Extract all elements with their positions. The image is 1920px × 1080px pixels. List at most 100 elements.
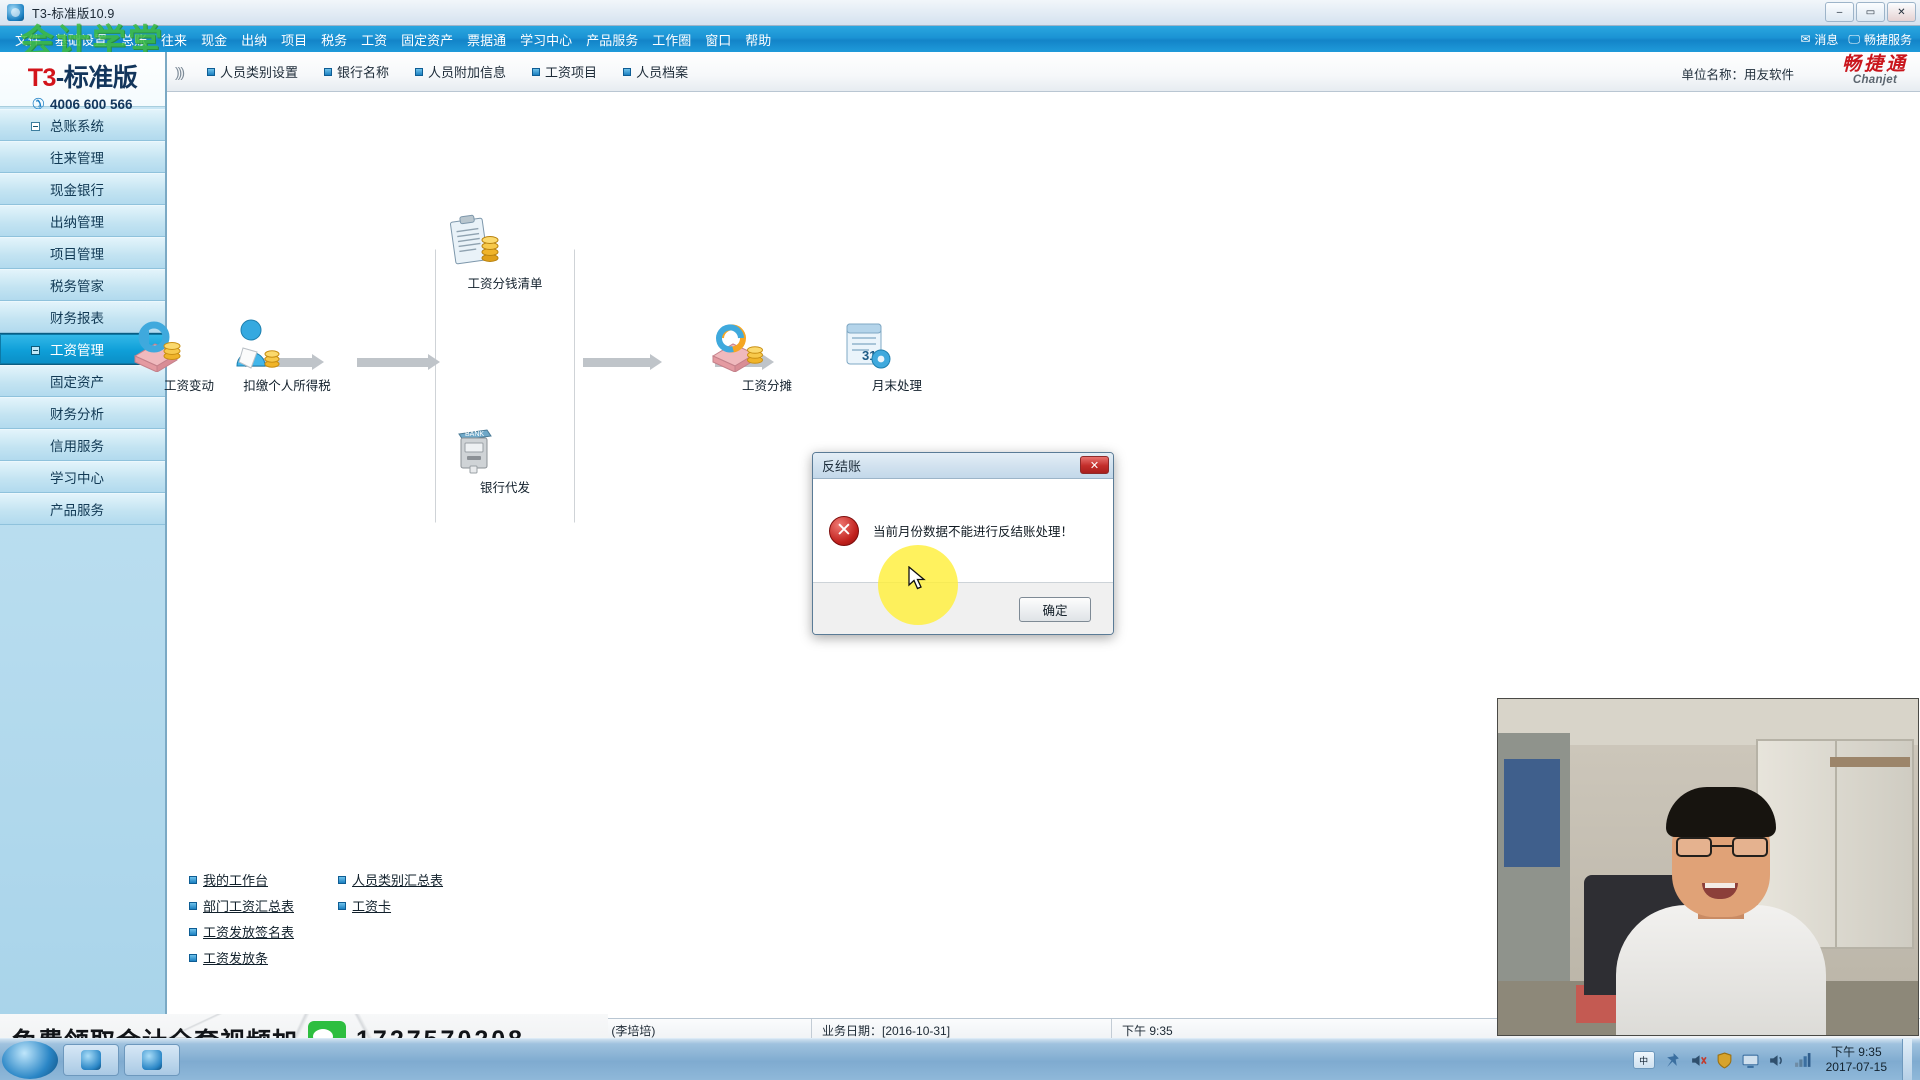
sidebar-item-project[interactable]: 项目管理 bbox=[0, 237, 165, 269]
sidebar-item-learning-center[interactable]: 学习中心 bbox=[0, 461, 165, 493]
brand-title-t3: T3 bbox=[27, 64, 57, 92]
menu-item-8[interactable]: 工资 bbox=[354, 28, 394, 51]
menu-item-5[interactable]: 出纳 bbox=[234, 28, 274, 51]
flow-node-label: 工资分摊 bbox=[741, 379, 792, 393]
quick-link-label: 我的工作台 bbox=[203, 873, 269, 888]
collapse-icon[interactable] bbox=[31, 346, 40, 355]
screen-icon[interactable] bbox=[1742, 1052, 1759, 1069]
taskbar-button-t3[interactable] bbox=[124, 1043, 180, 1076]
menu-item-12[interactable]: 产品服务 bbox=[579, 28, 645, 51]
sidebar-item-receivables[interactable]: 往来管理 bbox=[0, 141, 165, 173]
salary-alloc-icon bbox=[711, 324, 763, 372]
clipboard-money-icon bbox=[449, 214, 499, 265]
sidebar-item-general-ledger[interactable]: 总账系统 bbox=[0, 109, 165, 141]
taskbar-button-browser[interactable] bbox=[63, 1043, 119, 1076]
income-tax-icon bbox=[236, 319, 280, 369]
maximize-button[interactable]: ▭ bbox=[1856, 2, 1885, 22]
taskbar-clock[interactable]: 下午 9:35 2017-07-15 bbox=[1826, 1045, 1887, 1075]
menu-item-2[interactable]: 总账 bbox=[114, 28, 154, 51]
menu-item-1[interactable]: 基础设置 bbox=[48, 28, 114, 51]
sidebar-item-label: 出纳管理 bbox=[50, 215, 104, 230]
crumb-person-archive[interactable]: 人员档案 bbox=[623, 62, 688, 81]
company-name-label: 单位名称：用友软件 bbox=[1681, 68, 1794, 82]
network-icon[interactable] bbox=[1794, 1052, 1811, 1069]
dialog-ok-button[interactable]: 确定 bbox=[1019, 596, 1091, 622]
dialog-message: 当前月份数据不能进行反结账处理！ bbox=[873, 525, 1074, 539]
browser-icon bbox=[81, 1049, 101, 1070]
os-title-bar: T3-标准版10.9 – ▭ ✕ bbox=[0, 0, 1920, 26]
quick-link-person-category-summary[interactable]: 人员类别汇总表 bbox=[338, 870, 443, 889]
main-menu-bar: 文件 基础设置 总账 往来 现金 出纳 项目 税务 工资 固定资产 票据通 学习… bbox=[0, 26, 1920, 52]
sidebar-item-label: 财务报表 bbox=[50, 311, 104, 326]
dialog-close-button[interactable]: ✕ bbox=[1080, 456, 1109, 474]
menu-item-10[interactable]: 票据通 bbox=[460, 28, 513, 51]
sidebar-item-product-service[interactable]: 产品服务 bbox=[0, 493, 165, 525]
sidebar-item-credit-service[interactable]: 信用服务 bbox=[0, 429, 165, 461]
menu-item-11[interactable]: 学习中心 bbox=[513, 28, 579, 51]
menu-right-message-label: 消息 bbox=[1814, 32, 1839, 47]
menu-item-6[interactable]: 项目 bbox=[274, 28, 314, 51]
windows-start-icon[interactable] bbox=[2, 1040, 58, 1079]
minimize-button[interactable]: – bbox=[1825, 2, 1854, 22]
menu-right-message[interactable]: ✉ 消息 bbox=[1800, 31, 1838, 48]
show-desktop-button[interactable] bbox=[1902, 1039, 1912, 1080]
flow-node-month-end[interactable]: 31 月末处理 bbox=[837, 318, 957, 394]
crumb-person-extra-info[interactable]: 人员附加信息 bbox=[415, 62, 506, 81]
svg-text:BANK: BANK bbox=[465, 431, 484, 438]
crumb-label: 工资项目 bbox=[545, 65, 598, 80]
crumb-label: 人员类别设置 bbox=[220, 65, 299, 80]
crumb-person-category-setup[interactable]: 人员类别设置 bbox=[207, 62, 298, 81]
menu-item-0[interactable]: 文件 bbox=[8, 28, 48, 51]
quick-link-dept-salary-summary[interactable]: 部门工资汇总表 bbox=[189, 896, 294, 915]
quick-link-label: 工资卡 bbox=[352, 899, 392, 914]
quick-link-salary-signature-sheet[interactable]: 工资发放签名表 bbox=[189, 922, 294, 941]
crumb-salary-items[interactable]: 工资项目 bbox=[532, 62, 597, 81]
shield-icon[interactable] bbox=[1716, 1052, 1733, 1069]
sidebar-nav: 总账系统 往来管理 现金银行 出纳管理 项目管理 税务管家 财务报表 工资管理 … bbox=[0, 107, 165, 525]
sidebar-item-financial-analysis[interactable]: 财务分析 bbox=[0, 397, 165, 429]
webcam-person bbox=[1616, 787, 1826, 1035]
flow-node-bank-payout[interactable]: BANK 银行代发 bbox=[445, 422, 565, 496]
crumb-bank-name[interactable]: 银行名称 bbox=[324, 62, 389, 81]
quick-links-column-2: 人员类别汇总表 工资卡 bbox=[338, 870, 443, 967]
dialog-body: ✕ 当前月份数据不能进行反结账处理！ bbox=[813, 479, 1113, 583]
menu-item-13[interactable]: 工作圈 bbox=[645, 28, 698, 51]
collapse-icon[interactable] bbox=[31, 122, 40, 131]
menu-item-14[interactable]: 窗口 bbox=[698, 28, 738, 51]
sidebar-item-cashier[interactable]: 出纳管理 bbox=[0, 205, 165, 237]
sidebar-item-cash-bank[interactable]: 现金银行 bbox=[0, 173, 165, 205]
sidebar-item-tax[interactable]: 税务管家 bbox=[0, 269, 165, 301]
webcam-shelf bbox=[1830, 757, 1910, 767]
lang-ime-icon[interactable]: 中 bbox=[1632, 1051, 1655, 1069]
brand-block: T3-标准版 ✆ 4006 600 566 bbox=[0, 52, 165, 113]
wave-handle-icon[interactable]: ))) bbox=[175, 64, 185, 80]
bank-atm-icon: BANK bbox=[458, 429, 492, 474]
volume-icon[interactable] bbox=[1768, 1052, 1785, 1069]
webcam-person-shirt bbox=[1616, 905, 1826, 1035]
menu-item-7[interactable]: 税务 bbox=[314, 28, 354, 51]
webcam-overlay bbox=[1497, 698, 1919, 1036]
menu-right-service[interactable]: 🖵 畅捷服务 bbox=[1848, 31, 1912, 48]
quick-link-label: 部门工资汇总表 bbox=[203, 899, 295, 914]
menu-item-15[interactable]: 帮助 bbox=[738, 28, 778, 51]
menu-item-9[interactable]: 固定资产 bbox=[394, 28, 460, 51]
chanjet-logo-en: Chanjet bbox=[1852, 74, 1898, 86]
flow-node-cash-split[interactable]: 工资分钱清单 bbox=[445, 214, 565, 292]
flow-arrow-3 bbox=[583, 354, 662, 370]
menu-item-4[interactable]: 现金 bbox=[194, 28, 234, 51]
monitor-icon: 🖵 bbox=[1848, 31, 1860, 46]
menu-item-3[interactable]: 往来 bbox=[154, 28, 194, 51]
pin-icon[interactable] bbox=[1664, 1052, 1681, 1069]
menu-right-group: ✉ 消息 🖵 畅捷服务 bbox=[1800, 26, 1912, 52]
dialog-title-bar: 反结账 ✕ bbox=[813, 453, 1113, 479]
speaker-mute-icon[interactable] bbox=[1690, 1052, 1707, 1069]
flow-node-income-tax[interactable]: 扣缴个人所得税 bbox=[227, 318, 347, 394]
flow-node-salary-alloc[interactable]: 工资分摊 bbox=[707, 320, 827, 394]
quick-link-my-workbench[interactable]: 我的工作台 bbox=[189, 870, 294, 889]
quick-link-salary-card[interactable]: 工资卡 bbox=[338, 896, 443, 915]
menu-right-service-label: 畅捷服务 bbox=[1863, 32, 1912, 47]
close-button[interactable]: ✕ bbox=[1887, 2, 1916, 22]
sidebar-item-label: 固定资产 bbox=[50, 375, 104, 390]
quick-link-payslip[interactable]: 工资发放条 bbox=[189, 948, 294, 967]
t3-app-icon bbox=[142, 1049, 162, 1070]
